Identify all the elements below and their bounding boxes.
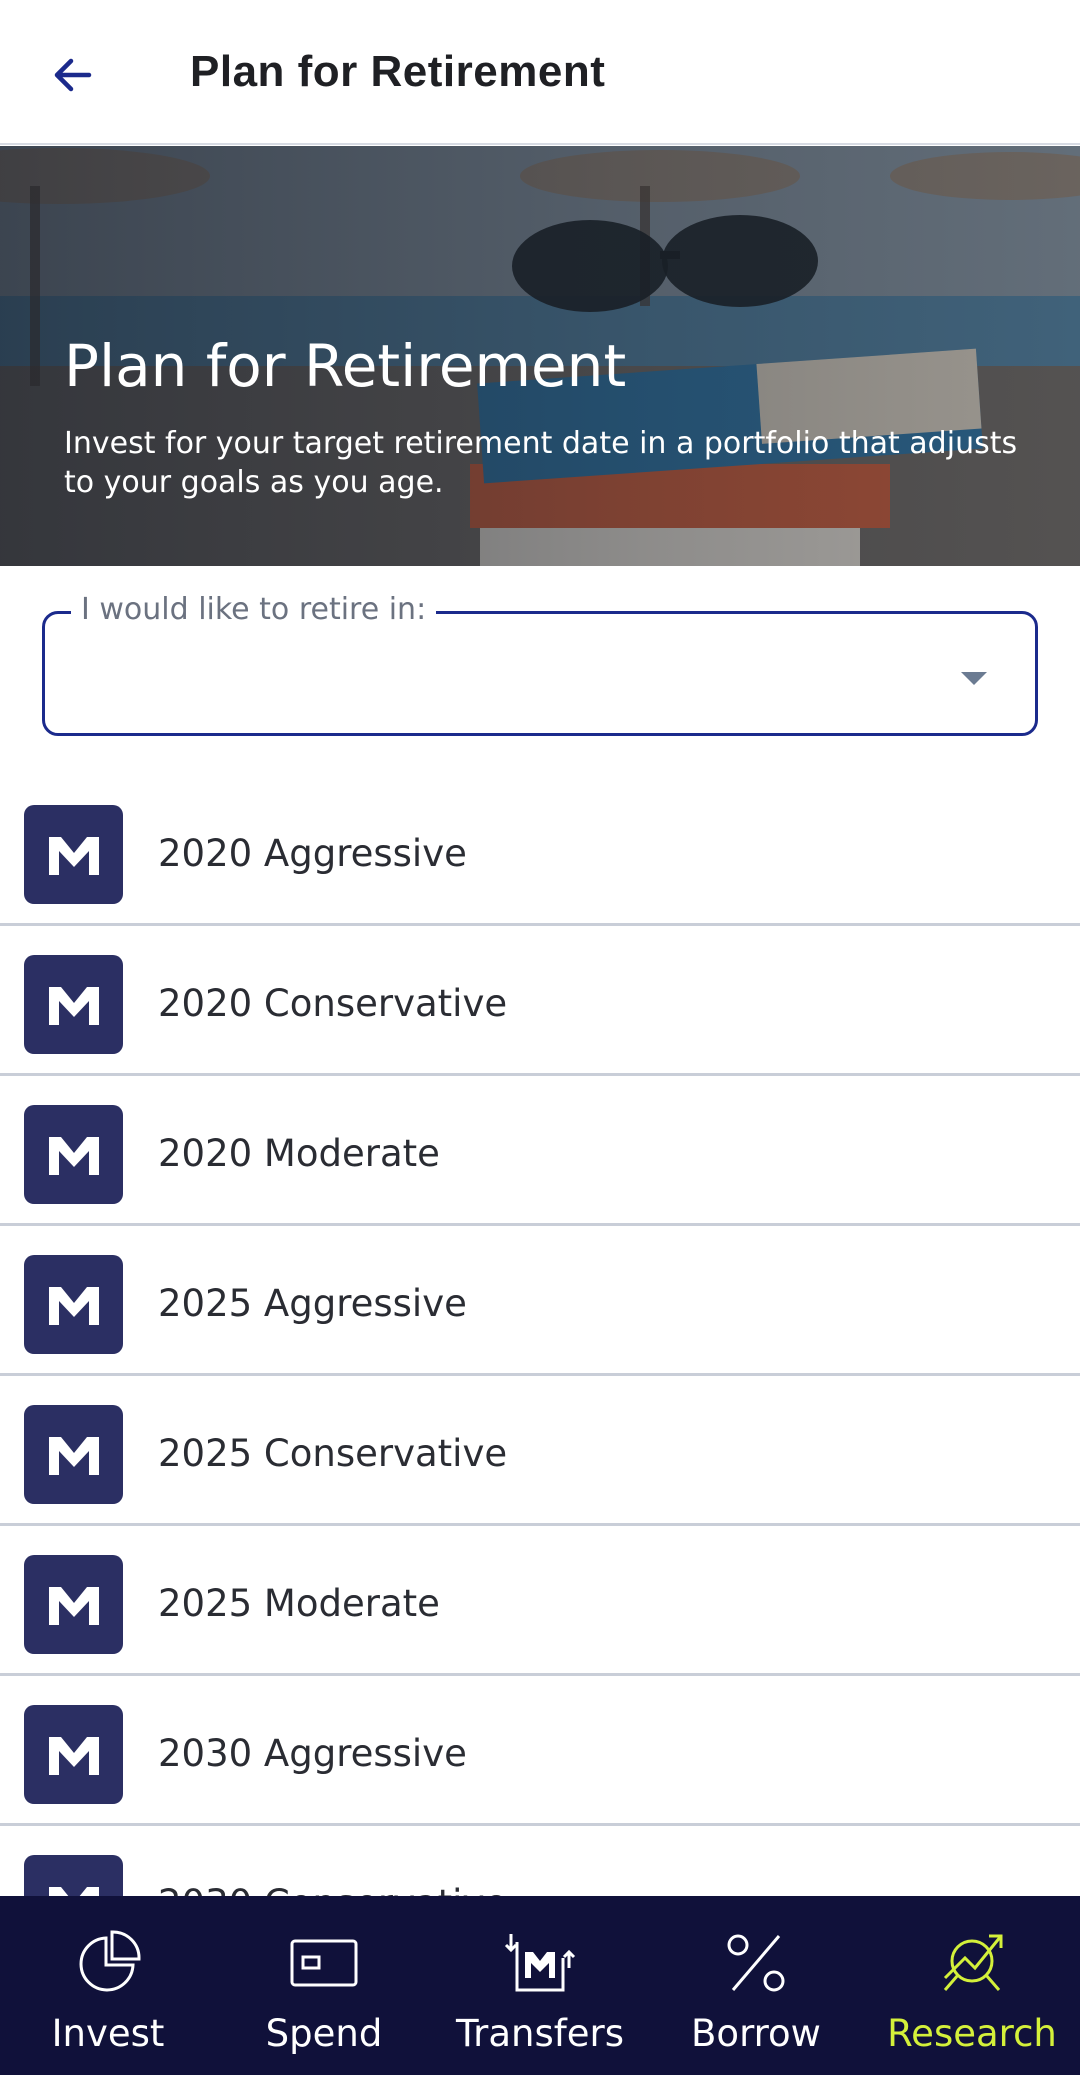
fund-name: 2025 Moderate — [158, 1582, 440, 1625]
m-logo-icon — [24, 1105, 123, 1204]
card-icon — [290, 1939, 358, 1987]
m-logo-icon — [24, 1255, 123, 1354]
m-logo-icon — [24, 1555, 123, 1654]
arrow-left-icon — [54, 58, 92, 92]
m-logo-icon — [24, 1855, 123, 1896]
pie-chart-icon — [79, 1930, 141, 1992]
fund-list-item[interactable]: 2020 Aggressive — [0, 776, 1080, 926]
percent-icon — [727, 1934, 785, 1992]
m-logo-icon — [24, 955, 123, 1054]
back-button[interactable] — [36, 38, 110, 112]
fund-name: 2020 Moderate — [158, 1132, 440, 1175]
fund-name: 2020 Conservative — [158, 982, 508, 1025]
nav-label: Research — [887, 2012, 1057, 2055]
fund-list-item[interactable]: 2020 Conservative — [0, 926, 1080, 1076]
nav-label: Borrow — [691, 2012, 821, 2055]
bottom-navigation: Invest Spend Transfers Borrow Research — [0, 1896, 1080, 2075]
nav-label: Invest — [51, 2012, 165, 2055]
research-chart-icon — [943, 1934, 1003, 1991]
nav-item-borrow[interactable]: Borrow — [648, 1896, 864, 2075]
fund-list-item[interactable]: 2025 Aggressive — [0, 1226, 1080, 1376]
fund-name: 2020 Aggressive — [158, 832, 467, 875]
hero-description: Invest for your target retirement date i… — [64, 426, 1018, 500]
fund-name: 2025 Conservative — [158, 1432, 508, 1475]
nav-item-transfers[interactable]: Transfers — [432, 1896, 648, 2075]
fund-list-item[interactable]: 2020 Moderate — [0, 1076, 1080, 1226]
m-logo-icon — [24, 1705, 123, 1804]
m-logo-icon — [24, 1405, 123, 1504]
nav-item-spend[interactable]: Spend — [216, 1896, 432, 2075]
dropdown-arrow-icon — [961, 672, 987, 685]
fund-list-item[interactable]: 2025 Conservative — [0, 1376, 1080, 1526]
fund-list-item[interactable]: 2030 Conservative — [0, 1826, 1080, 1896]
m-logo-icon — [24, 805, 123, 904]
fund-list: 2020 Aggressive 2020 Conservative 2020 M… — [0, 776, 1080, 1896]
hero-title: Plan for Retirement — [64, 332, 627, 400]
nav-label: Transfers — [455, 2012, 625, 2055]
fund-list-item[interactable]: 2030 Aggressive — [0, 1676, 1080, 1826]
transfer-icon — [504, 1934, 576, 1992]
fund-list-item[interactable]: 2025 Moderate — [0, 1526, 1080, 1676]
nav-label: Spend — [265, 2012, 383, 2055]
nav-item-research[interactable]: Research — [864, 1896, 1080, 2075]
retire-year-label: I would like to retire in: — [71, 592, 437, 627]
hero-banner: Plan for Retirement Invest for your targ… — [0, 146, 1080, 566]
retire-year-select[interactable]: I would like to retire in: — [42, 592, 1038, 736]
fund-name: 2030 Aggressive — [158, 1732, 467, 1775]
page-title: Plan for Retirement — [190, 47, 606, 96]
fund-name: 2025 Aggressive — [158, 1282, 467, 1325]
fund-name: 2030 Conservative — [158, 1882, 507, 1896]
app-bar: Plan for Retirement — [0, 0, 1080, 145]
nav-item-invest[interactable]: Invest — [0, 1896, 216, 2075]
